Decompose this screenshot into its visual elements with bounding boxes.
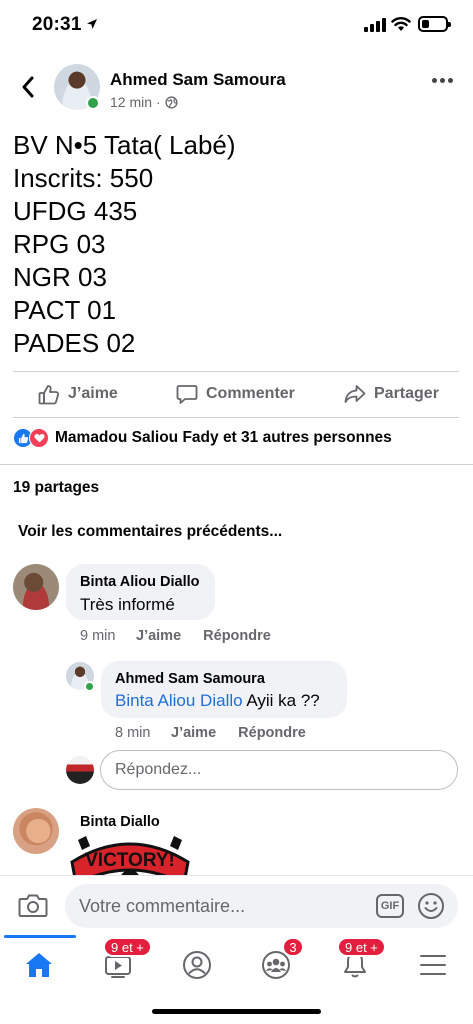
reactions-summary[interactable]: Mamadou Saliou Fady et 31 autres personn… xyxy=(13,428,392,448)
reply-author[interactable]: Ahmed Sam Samoura xyxy=(115,671,265,687)
comment-placeholder: Votre commentaire... xyxy=(79,895,246,916)
groups-badge: 3 xyxy=(282,937,304,957)
comment-reply-button[interactable]: Répondre xyxy=(203,628,271,644)
victory-sticker[interactable]: VICTORY! xyxy=(68,832,192,878)
reply-mention[interactable]: Binta Aliou Diallo xyxy=(115,691,243,710)
meta-separator: · xyxy=(156,94,161,110)
camera-icon xyxy=(18,894,48,917)
comment-input[interactable]: Votre commentaire... GIF xyxy=(65,884,458,928)
reactions-text: Mamadou Saliou Fady et 31 autres personn… xyxy=(55,429,392,446)
thumbs-up-icon xyxy=(38,384,60,404)
reply-time: 8 min xyxy=(115,725,151,741)
chevron-left-icon xyxy=(22,76,34,98)
comment-author[interactable]: Binta Aliou Diallo xyxy=(80,574,200,590)
more-options-button[interactable] xyxy=(432,78,453,83)
share-label: Partager xyxy=(374,385,439,402)
author-name[interactable]: Ahmed Sam Samoura xyxy=(110,70,286,90)
sticker-text: VICTORY! xyxy=(85,850,175,871)
status-bar: 20:31 xyxy=(0,0,473,52)
share-button[interactable]: Partager xyxy=(344,372,439,416)
wifi-icon xyxy=(391,17,411,31)
post-meta: 12 min · xyxy=(110,94,178,110)
tab-menu[interactable] xyxy=(413,945,453,985)
comment-label: Commenter xyxy=(206,385,295,402)
post-line: RPG 03 xyxy=(13,229,106,259)
love-reaction-icon xyxy=(29,428,49,448)
comment-author[interactable]: Binta Diallo xyxy=(80,814,160,830)
profile-icon xyxy=(183,951,211,979)
online-indicator xyxy=(86,96,100,110)
commenter-avatar[interactable] xyxy=(13,564,59,610)
active-tab-indicator xyxy=(4,935,76,938)
post-line: PACT 01 xyxy=(13,295,117,325)
reply-like-button[interactable]: J’aime xyxy=(171,725,216,741)
comment-like-button[interactable]: J’aime xyxy=(136,628,181,644)
comment-icon xyxy=(176,384,198,404)
post-line: BV N•5 Tata( Labé) xyxy=(13,130,236,160)
commenter-avatar[interactable] xyxy=(13,808,59,854)
online-indicator xyxy=(84,681,95,692)
globe-icon xyxy=(165,95,178,109)
home-icon xyxy=(26,953,52,977)
reply-input[interactable]: Répondez... xyxy=(100,750,458,790)
comment-button[interactable]: Commenter xyxy=(176,372,295,416)
post-line: PADES 02 xyxy=(13,328,136,358)
comment-actions: 9 min J’aime Répondre xyxy=(80,628,293,644)
post-line: Inscrits: 550 xyxy=(13,163,154,193)
post-action-bar: J’aime Commenter Partager xyxy=(0,372,473,416)
status-time: 20:31 xyxy=(32,14,82,35)
location-arrow-icon xyxy=(87,19,97,29)
post-line: NGR 03 xyxy=(13,262,107,292)
post-time: 12 min xyxy=(110,94,153,110)
notifications-badge: 9 et + xyxy=(337,937,386,957)
reply-body: Ayii ka ?? xyxy=(242,691,320,710)
signal-icon xyxy=(364,18,386,32)
post-line: UFDG 435 xyxy=(13,196,138,226)
like-label: J’aime xyxy=(68,385,118,402)
post-text: BV N•5 Tata( Labé) Inscrits: 550 UFDG 435 R… xyxy=(13,129,236,360)
watch-badge: 9 et + xyxy=(103,937,152,957)
menu-icon xyxy=(420,955,446,975)
divider xyxy=(13,417,459,418)
tab-bar: 9 et + 3 9 et + xyxy=(0,935,473,995)
home-indicator xyxy=(152,1009,321,1014)
like-button[interactable]: J’aime xyxy=(38,372,118,416)
comment-text: Très informé xyxy=(80,595,175,614)
comment-time: 9 min xyxy=(80,628,116,644)
battery-level xyxy=(422,20,429,28)
tab-home[interactable] xyxy=(19,945,59,985)
my-avatar xyxy=(66,756,94,784)
share-icon xyxy=(344,385,366,403)
divider xyxy=(0,464,473,465)
battery-icon xyxy=(418,16,451,32)
comment-composer: Votre commentaire... GIF xyxy=(0,875,473,935)
emoji-icon[interactable] xyxy=(417,892,445,920)
shares-count[interactable]: 19 partages xyxy=(13,479,99,497)
reply-reply-button[interactable]: Répondre xyxy=(238,725,306,741)
reply-text: Binta Aliou Diallo Ayii ka ?? xyxy=(115,691,320,711)
reply-actions: 8 min J’aime Répondre xyxy=(115,725,328,741)
previous-comments-link[interactable]: Voir les commentaires précédents... xyxy=(18,523,282,541)
camera-button[interactable] xyxy=(18,892,48,923)
back-button[interactable] xyxy=(14,72,42,102)
tab-profile[interactable] xyxy=(177,945,217,985)
gif-button[interactable]: GIF xyxy=(376,894,404,918)
